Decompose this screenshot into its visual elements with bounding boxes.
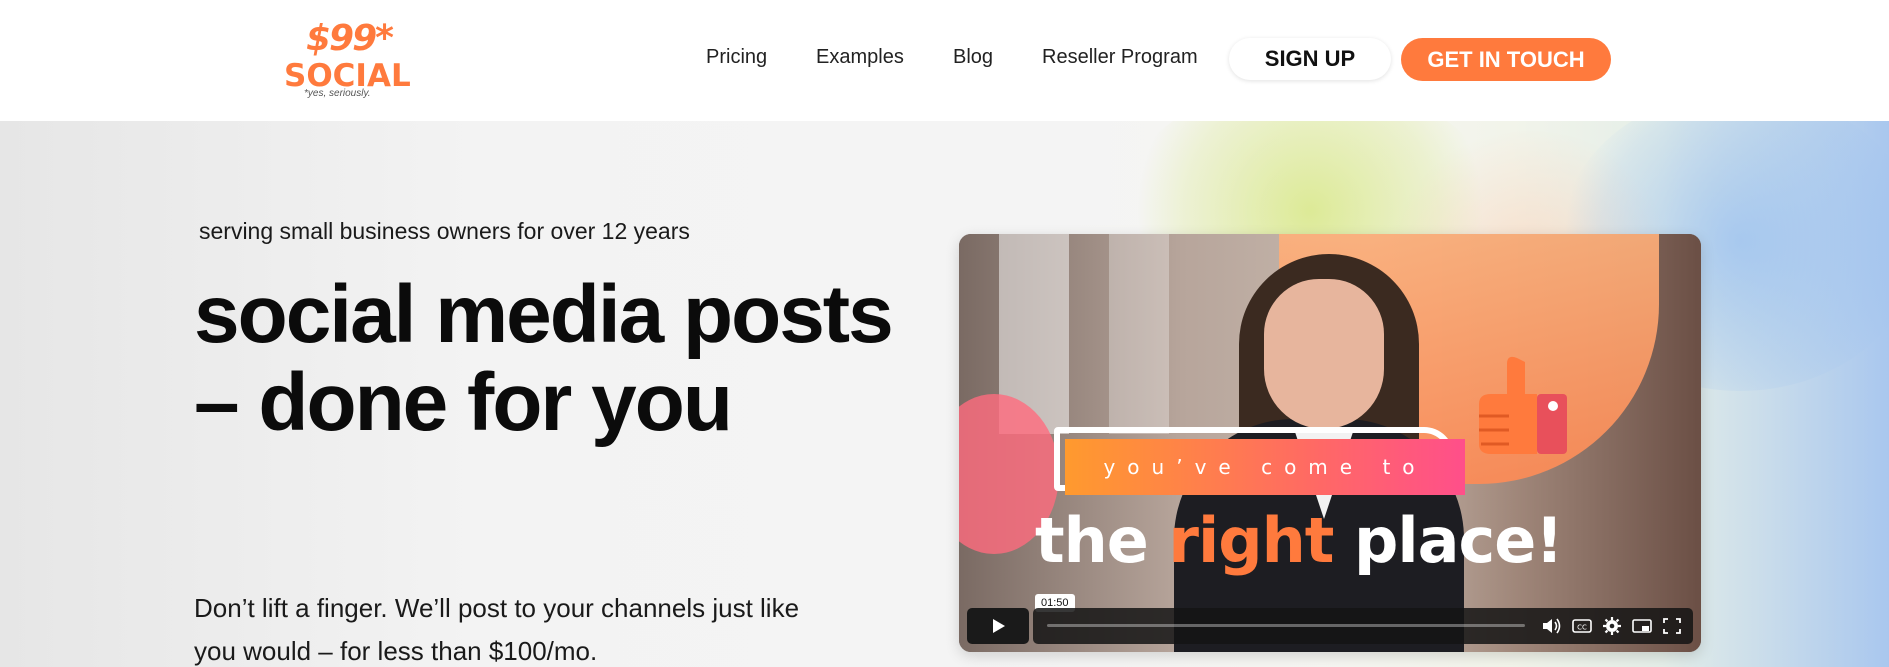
- video-headline-highlight: right: [1168, 504, 1334, 577]
- logo-tagline: *yes, seriously.: [304, 88, 371, 99]
- volume-icon[interactable]: [1541, 616, 1563, 636]
- video-headline-part: place!: [1354, 504, 1564, 577]
- video-controls: CC: [967, 608, 1693, 644]
- thumbs-up-icon: [1479, 356, 1567, 454]
- video-control-bar: CC: [1033, 608, 1693, 644]
- hero-eyebrow: serving small business owners for over 1…: [199, 218, 690, 244]
- site-header: $99* SOCIAL *yes, seriously. Pricing Exa…: [0, 0, 1889, 121]
- intro-video-player[interactable]: you’ve come to the right place! 01:50 CC: [959, 234, 1701, 652]
- hero-subtext: Don’t lift a finger. We’ll post to your …: [194, 593, 800, 666]
- pip-icon[interactable]: [1631, 616, 1653, 636]
- video-headline: the right place!: [1035, 504, 1564, 577]
- play-button[interactable]: [967, 608, 1029, 644]
- svg-text:CC: CC: [1577, 624, 1587, 632]
- play-icon: [993, 619, 1005, 633]
- fullscreen-icon[interactable]: [1661, 616, 1683, 636]
- presenter-face: [1264, 279, 1384, 429]
- nav-examples[interactable]: Examples: [816, 46, 904, 69]
- logo-price: $99*: [306, 18, 394, 59]
- nav-pricing[interactable]: Pricing: [706, 46, 767, 69]
- get-in-touch-button[interactable]: GET IN TOUCH: [1401, 38, 1611, 81]
- brand-logo[interactable]: $99* SOCIAL *yes, seriously.: [282, 18, 411, 102]
- hero-headline: social media posts – done for you: [194, 269, 894, 448]
- video-progress-track[interactable]: [1047, 624, 1525, 627]
- video-banner-text: you’ve come to: [1065, 439, 1465, 495]
- nav-blog[interactable]: Blog: [953, 46, 993, 69]
- captions-icon[interactable]: CC: [1571, 616, 1593, 636]
- settings-icon[interactable]: [1601, 616, 1623, 636]
- video-window: [1109, 234, 1169, 434]
- video-headline-part: the: [1035, 504, 1149, 577]
- nav-reseller-program[interactable]: Reseller Program: [1042, 46, 1198, 69]
- signup-button[interactable]: SIGN UP: [1229, 38, 1391, 80]
- video-icon-group: CC: [1541, 616, 1683, 636]
